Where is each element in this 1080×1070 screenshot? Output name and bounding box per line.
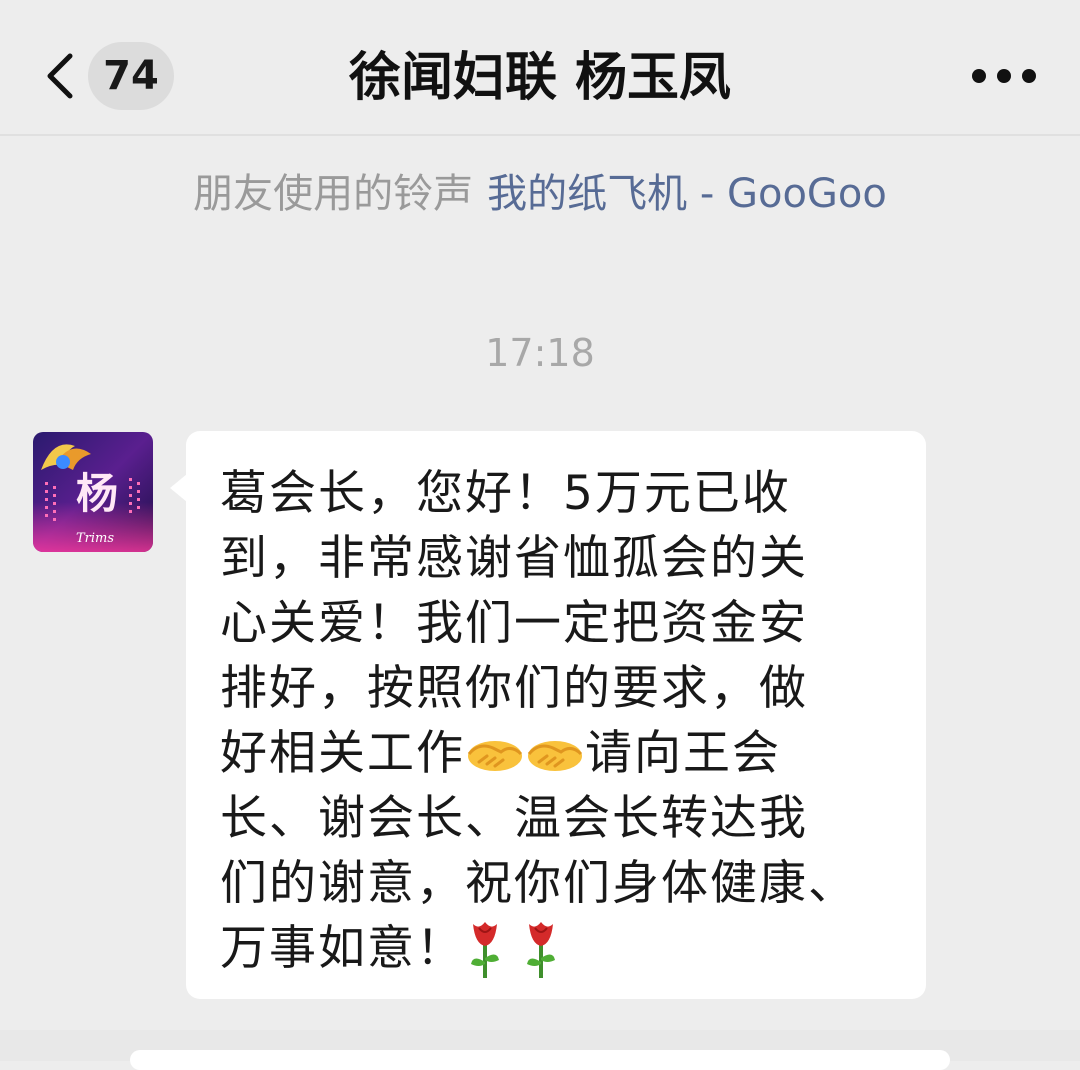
bubble-tail (170, 474, 187, 502)
message-line: 心关爱！我们一定把资金安 (220, 596, 808, 651)
message-text: 好相关工作 (220, 726, 465, 781)
handshake-emoji-icon (467, 740, 523, 771)
ringtone-label: 朋友使用的铃声 (193, 171, 474, 217)
message-line: 葛会长，您好！5万元已收 (220, 466, 791, 521)
svg-text:杨: 杨 (76, 469, 118, 518)
more-options-button[interactable] (968, 50, 1040, 100)
message-text: 万事如意！ (220, 921, 465, 976)
sender-avatar[interactable]: 杨 Trims (33, 432, 153, 552)
chat-title: 徐闻妇联 杨玉凤 (348, 48, 732, 108)
message-line: 到，非常感谢省恤孤会的关 (220, 531, 808, 586)
more-dot-icon (1022, 69, 1036, 83)
friend-ringtone-notice: 朋友使用的铃声 我的纸飞机 - GooGoo (0, 166, 1080, 222)
next-message-edge (130, 1050, 950, 1070)
message-line: 好相关工作 请向王会 (220, 721, 781, 787)
message-line: 长、谢会长、温会长转达我 (220, 791, 808, 846)
message-text: 请向王会 (585, 726, 781, 781)
avatar-image: 杨 Trims (33, 432, 153, 552)
unread-count-badge: 74 (88, 42, 174, 110)
ringtone-song-link[interactable]: 我的纸飞机 - GooGoo (487, 171, 887, 217)
handshake-emoji-icon (527, 740, 583, 771)
message-bubble[interactable]: 葛会长，您好！5万元已收 到，非常感谢省恤孤会的关 心关爱！我们一定把资金安 排… (186, 431, 926, 999)
message-line: 排好，按照你们的要求，做 (220, 661, 808, 716)
svg-text:Trims: Trims (76, 531, 114, 546)
more-dot-icon (972, 69, 986, 83)
message-line: 万事如意！ (220, 916, 561, 982)
chevron-left-icon (47, 53, 73, 99)
chat-header: 74 徐闻妇联 杨玉凤 (0, 0, 1080, 136)
rose-emoji-icon (527, 921, 555, 978)
message-timestamp: 17:18 (485, 331, 595, 375)
message-line: 们的谢意，祝你们身体健康、 (220, 856, 857, 911)
back-button[interactable]: 74 (38, 38, 188, 114)
more-dot-icon (997, 69, 1011, 83)
rose-emoji-icon (471, 921, 499, 978)
